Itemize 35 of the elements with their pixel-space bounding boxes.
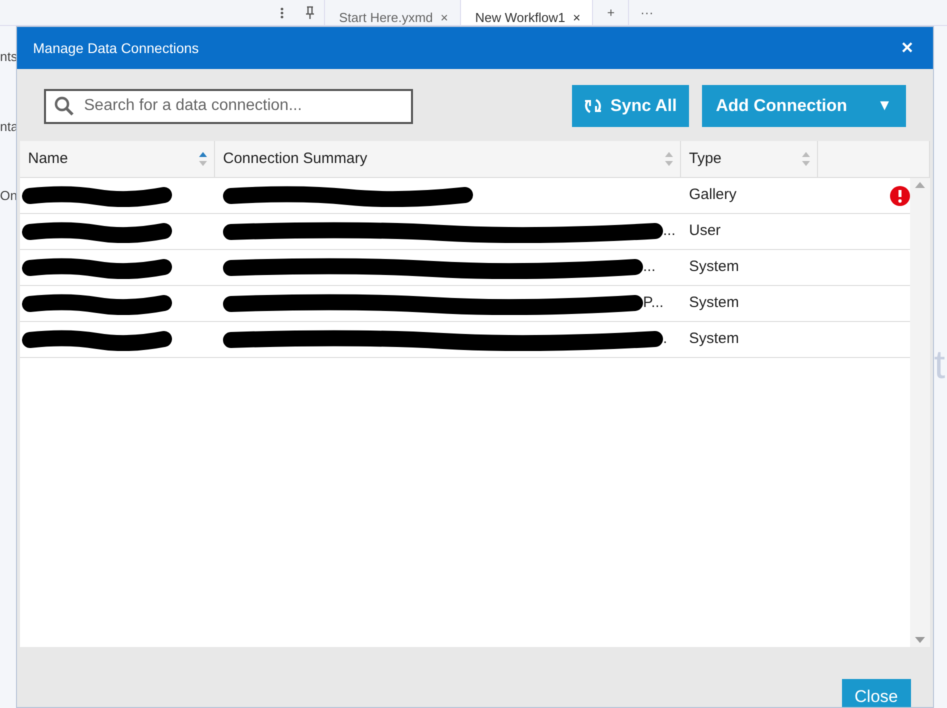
search-field[interactable]: Search for a data connection... <box>44 88 413 124</box>
scroll-down-icon[interactable] <box>915 637 925 643</box>
sort-icon[interactable] <box>664 151 674 167</box>
column-header-label: Name <box>28 148 68 169</box>
close-button[interactable]: × <box>897 38 917 58</box>
table-cell-text: Gallery <box>689 185 737 206</box>
scrollbar[interactable] <box>910 178 930 647</box>
column-header-label: Connection Summary <box>223 148 368 169</box>
column-header[interactable]: Name <box>20 141 215 177</box>
tab-action-button[interactable]: + <box>592 0 628 25</box>
more-icon[interactable] <box>280 6 284 20</box>
table-cell-text: User <box>689 221 721 242</box>
tab-close-button[interactable]: × <box>440 10 448 25</box>
tab-close-button[interactable]: × <box>572 10 580 25</box>
table-cell-text: ... <box>663 221 676 242</box>
dialog-title: Manage Data Connections <box>33 38 199 58</box>
sort-icon[interactable] <box>801 151 811 167</box>
pin-icon[interactable] <box>305 6 315 20</box>
table-cell-text: . <box>663 329 668 350</box>
tab-action-button[interactable]: ··· <box>628 0 664 25</box>
column-header[interactable]: Connection Summary <box>215 141 681 177</box>
sync-icon <box>584 97 602 115</box>
table-cell-text: System <box>689 257 740 278</box>
table-cell-text: P... <box>643 293 664 314</box>
sort-icon[interactable] <box>198 151 208 167</box>
column-header[interactable]: Type <box>681 141 818 177</box>
table-cell-text: ... <box>643 257 656 278</box>
tab[interactable]: New Workflow1 × <box>460 0 592 25</box>
caret-icon: ▼ <box>877 94 892 118</box>
column-header-label: Type <box>689 148 722 169</box>
search-icon <box>54 96 74 116</box>
search-input[interactable]: Search for a data connection... <box>82 93 403 119</box>
scroll-up-icon[interactable] <box>915 182 925 188</box>
table-cell-text: System <box>689 293 740 314</box>
table-cell-text: System <box>689 329 740 350</box>
